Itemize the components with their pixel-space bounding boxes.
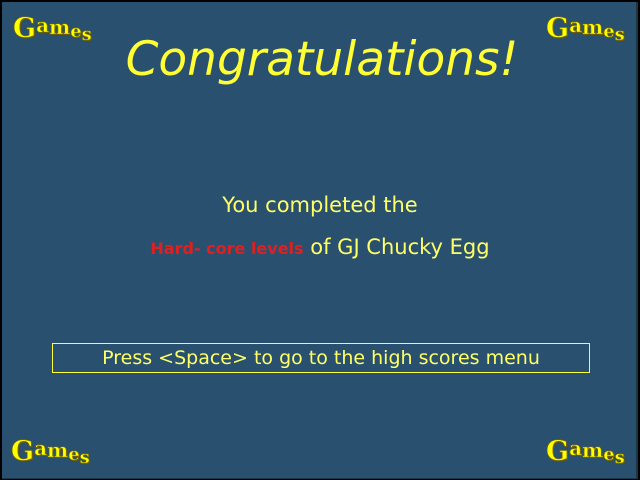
completion-message-line2: Hard- core levels of GJ Chucky Egg — [2, 235, 638, 259]
congratulations-panel: Games Games Games Games Congratulations!… — [2, 2, 638, 479]
game-screen: Games Games Games Games Congratulations!… — [0, 0, 640, 480]
high-scores-prompt-button[interactable]: Press <Space> to go to the high scores m… — [52, 343, 590, 373]
game-name-text: of GJ Chucky Egg — [310, 235, 490, 259]
completion-message-line1: You completed the — [222, 193, 418, 217]
games-logo-bottom-left: Games — [11, 436, 90, 468]
congratulations-title: Congratulations! — [125, 32, 519, 87]
games-logo-bottom-right: Games — [546, 436, 625, 468]
difficulty-label: Hard- core levels — [150, 239, 304, 258]
